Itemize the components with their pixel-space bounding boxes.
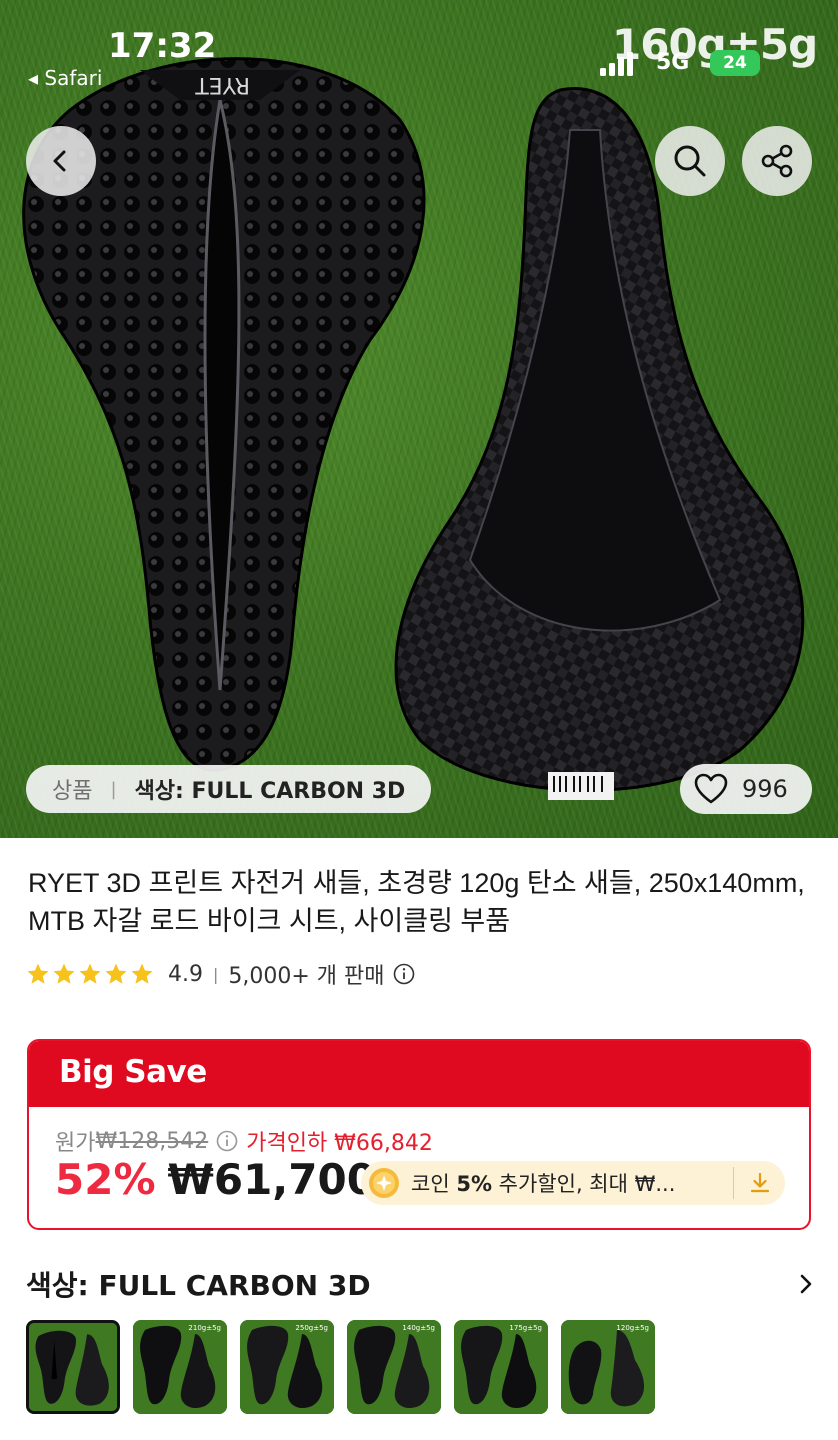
sold-info-button[interactable] bbox=[393, 963, 415, 985]
wishlist-count: 996 bbox=[742, 775, 788, 803]
gallery-selected-variant[interactable]: 색상: FULL CARBON 3D bbox=[135, 773, 406, 805]
variant-thumb-full-carbon-3d[interactable] bbox=[26, 1320, 120, 1414]
price-cut-amount: 가격인하 ₩66,842 bbox=[246, 1131, 433, 1156]
rating-summary[interactable]: 4.9 | 5,000+ 개 판매 bbox=[26, 958, 415, 990]
star-icon bbox=[27, 963, 49, 984]
star-icon bbox=[53, 963, 75, 984]
coin-percent: 5% bbox=[456, 1172, 492, 1196]
coin-claim-button[interactable] bbox=[733, 1167, 785, 1199]
coin-icon bbox=[369, 1168, 399, 1198]
coin-prefix: 코인 bbox=[411, 1172, 450, 1196]
variant-thumb-175g[interactable]: 175g±5g bbox=[454, 1320, 548, 1414]
back-to-safari-link[interactable]: ◂ Safari bbox=[28, 66, 102, 90]
rating-divider: | bbox=[213, 964, 219, 984]
variant-thumb-image bbox=[133, 1320, 227, 1414]
gallery-filter-chip[interactable]: 상품 | 색상: FULL CARBON 3D bbox=[26, 765, 432, 813]
rating-value: 4.9 bbox=[168, 961, 203, 987]
variant-thumb-image bbox=[454, 1320, 548, 1414]
network-type: 5G bbox=[656, 50, 690, 75]
big-save-deal-box: Big Save 원가 ₩128,542 가격인하 ₩66,842 52% ₩6… bbox=[27, 1039, 811, 1230]
variant-thumb-210g[interactable]: 210g±5g bbox=[133, 1320, 227, 1414]
variant-weight-tag: 140g±5g bbox=[402, 1324, 435, 1332]
product-image[interactable]: RYET 160g±5g 17:32 ◂ Safari 5G 24 상품 | 색… bbox=[0, 0, 838, 838]
download-icon bbox=[750, 1172, 769, 1193]
star-icon bbox=[105, 963, 127, 984]
variant-thumb-image bbox=[240, 1320, 334, 1414]
back-button[interactable] bbox=[26, 126, 96, 196]
battery-indicator: 24 bbox=[710, 50, 760, 76]
search-icon bbox=[674, 145, 706, 177]
star-icon bbox=[79, 963, 101, 984]
variant-thumb-image bbox=[29, 1323, 117, 1411]
price-info-button[interactable] bbox=[216, 1130, 238, 1152]
coin-discount-text: 코인 5% 추가할인, 최대 ₩... bbox=[411, 1168, 675, 1198]
share-button[interactable] bbox=[742, 126, 812, 196]
star-icon bbox=[131, 963, 153, 984]
search-button[interactable] bbox=[655, 126, 725, 196]
variant-thumb-140g[interactable]: 140g±5g bbox=[347, 1320, 441, 1414]
coin-suffix: 추가할인, 최대 ₩... bbox=[498, 1172, 676, 1196]
share-icon bbox=[761, 144, 793, 178]
variant-thumb-120g[interactable]: 120g±5g bbox=[561, 1320, 655, 1414]
heart-icon bbox=[694, 773, 728, 804]
variant-weight-tag: 210g±5g bbox=[188, 1324, 221, 1332]
signal-icon bbox=[600, 52, 633, 76]
coin-discount-pill[interactable]: 코인 5% 추가할인, 최대 ₩... bbox=[361, 1161, 785, 1205]
variant-weight-tag: 175g±5g bbox=[509, 1324, 542, 1332]
gallery-option-label[interactable]: 상품 bbox=[52, 773, 92, 805]
chip-divider: | bbox=[110, 778, 117, 800]
sale-price-row: 52% ₩61,700 bbox=[55, 1155, 376, 1204]
sale-price: ₩61,700 bbox=[167, 1155, 376, 1204]
variant-weight-tag: 120g±5g bbox=[616, 1324, 649, 1332]
variant-title: 색상: FULL CARBON 3D bbox=[26, 1269, 371, 1302]
chevron-right-icon[interactable] bbox=[796, 1272, 816, 1296]
back-icon bbox=[53, 150, 66, 172]
status-time: 17:32 bbox=[108, 26, 217, 66]
star-rating bbox=[26, 962, 154, 986]
variant-thumb-image bbox=[347, 1320, 441, 1414]
sold-count: 5,000+ 개 판매 bbox=[228, 964, 385, 989]
variant-thumb-250g[interactable]: 250g±5g bbox=[240, 1320, 334, 1414]
product-title: RYET 3D 프린트 자전거 새들, 초경량 120g 탄소 새들, 250x… bbox=[28, 868, 805, 936]
variant-thumb-image bbox=[561, 1320, 655, 1414]
info-icon bbox=[216, 1130, 238, 1152]
variant-selector-header[interactable]: 색상: FULL CARBON 3D bbox=[26, 1264, 816, 1304]
original-price-row: 원가 ₩128,542 가격인하 ₩66,842 bbox=[55, 1125, 433, 1157]
original-price-label: 원가 bbox=[55, 1131, 96, 1156]
big-save-banner: Big Save bbox=[29, 1041, 809, 1107]
wishlist-button[interactable]: 996 bbox=[680, 764, 812, 814]
status-bar: 160g±5g 17:32 ◂ Safari 5G 24 bbox=[0, 0, 838, 100]
saddle-photo: RYET bbox=[22, 57, 805, 800]
discount-percent: 52% bbox=[55, 1155, 156, 1204]
variant-thumbnails: 210g±5g 250g±5g 140g±5g 175g±5g 120g±5g bbox=[26, 1320, 655, 1414]
variant-weight-tag: 250g±5g bbox=[295, 1324, 328, 1332]
original-price: ₩128,542 bbox=[95, 1128, 209, 1154]
info-icon bbox=[393, 963, 414, 985]
